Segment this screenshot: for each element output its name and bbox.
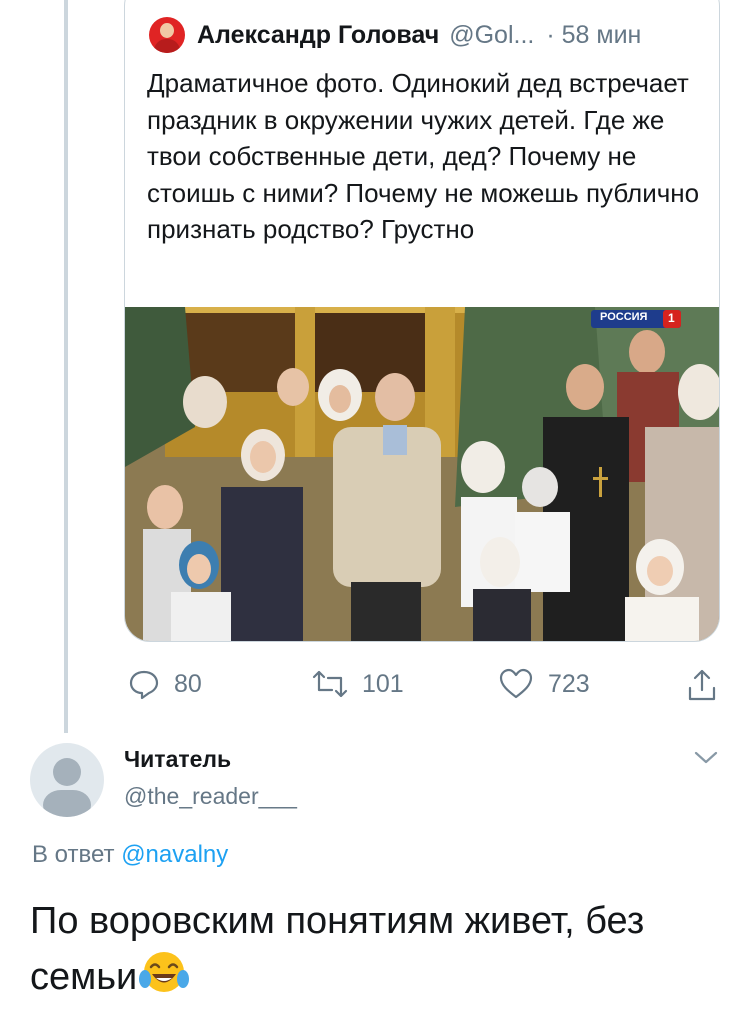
quoted-tweet-text: Драматичное фото. Одинокий дед встречает… <box>147 68 700 244</box>
reply-author-handle[interactable]: @the_reader___ <box>124 783 297 810</box>
reply-author-avatar[interactable] <box>30 743 104 817</box>
heart-icon <box>499 668 533 699</box>
quoted-author-avatar[interactable] <box>149 17 185 53</box>
retweet-count: 101 <box>362 669 404 698</box>
tweet-actions: 80 101 723 <box>0 668 750 708</box>
reply-button[interactable]: 80 <box>128 668 202 700</box>
quoted-author-handle[interactable]: @Gol... <box>449 21 534 50</box>
reply-text-block: По воровским понятиям живет, без семьи <box>30 893 730 1005</box>
share-icon <box>688 669 716 701</box>
thread-line <box>64 0 68 733</box>
channel-logo-text: РОССИЯ <box>600 311 648 323</box>
quoted-author-name[interactable]: Александр Головач <box>197 21 439 50</box>
retweet-icon <box>312 670 348 698</box>
like-button[interactable]: 723 <box>498 668 590 700</box>
channel-logo-number: 1 <box>668 311 675 325</box>
retweet-button[interactable]: 101 <box>312 668 404 700</box>
quoted-tweet-time[interactable]: · 58 мин <box>546 21 641 50</box>
quoted-tweet-header: Александр Головач @Gol... · 58 мин <box>149 15 641 55</box>
reply-author-name[interactable]: Читатель <box>124 746 231 773</box>
face-with-tears-of-joy-icon <box>139 952 190 992</box>
reply-icon <box>129 670 159 700</box>
reply-to-prefix: В ответ <box>32 841 115 868</box>
reply-to-line: В ответ @navalny <box>32 841 228 869</box>
quoted-tweet-card[interactable]: Александр Головач @Gol... · 58 мин Драма… <box>124 0 720 642</box>
chevron-down-icon[interactable] <box>692 746 720 768</box>
share-button[interactable] <box>686 668 732 702</box>
like-count: 723 <box>548 669 590 698</box>
reply-text: По воровским понятиям живет, без семьи <box>30 900 645 998</box>
time-value: 58 мин <box>561 20 642 49</box>
reply-count: 80 <box>174 669 202 698</box>
time-separator: · <box>546 20 555 49</box>
quoted-tweet-photo[interactable]: РОССИЯ 1 <box>125 307 719 641</box>
reply-to-mention[interactable]: @navalny <box>121 841 228 868</box>
